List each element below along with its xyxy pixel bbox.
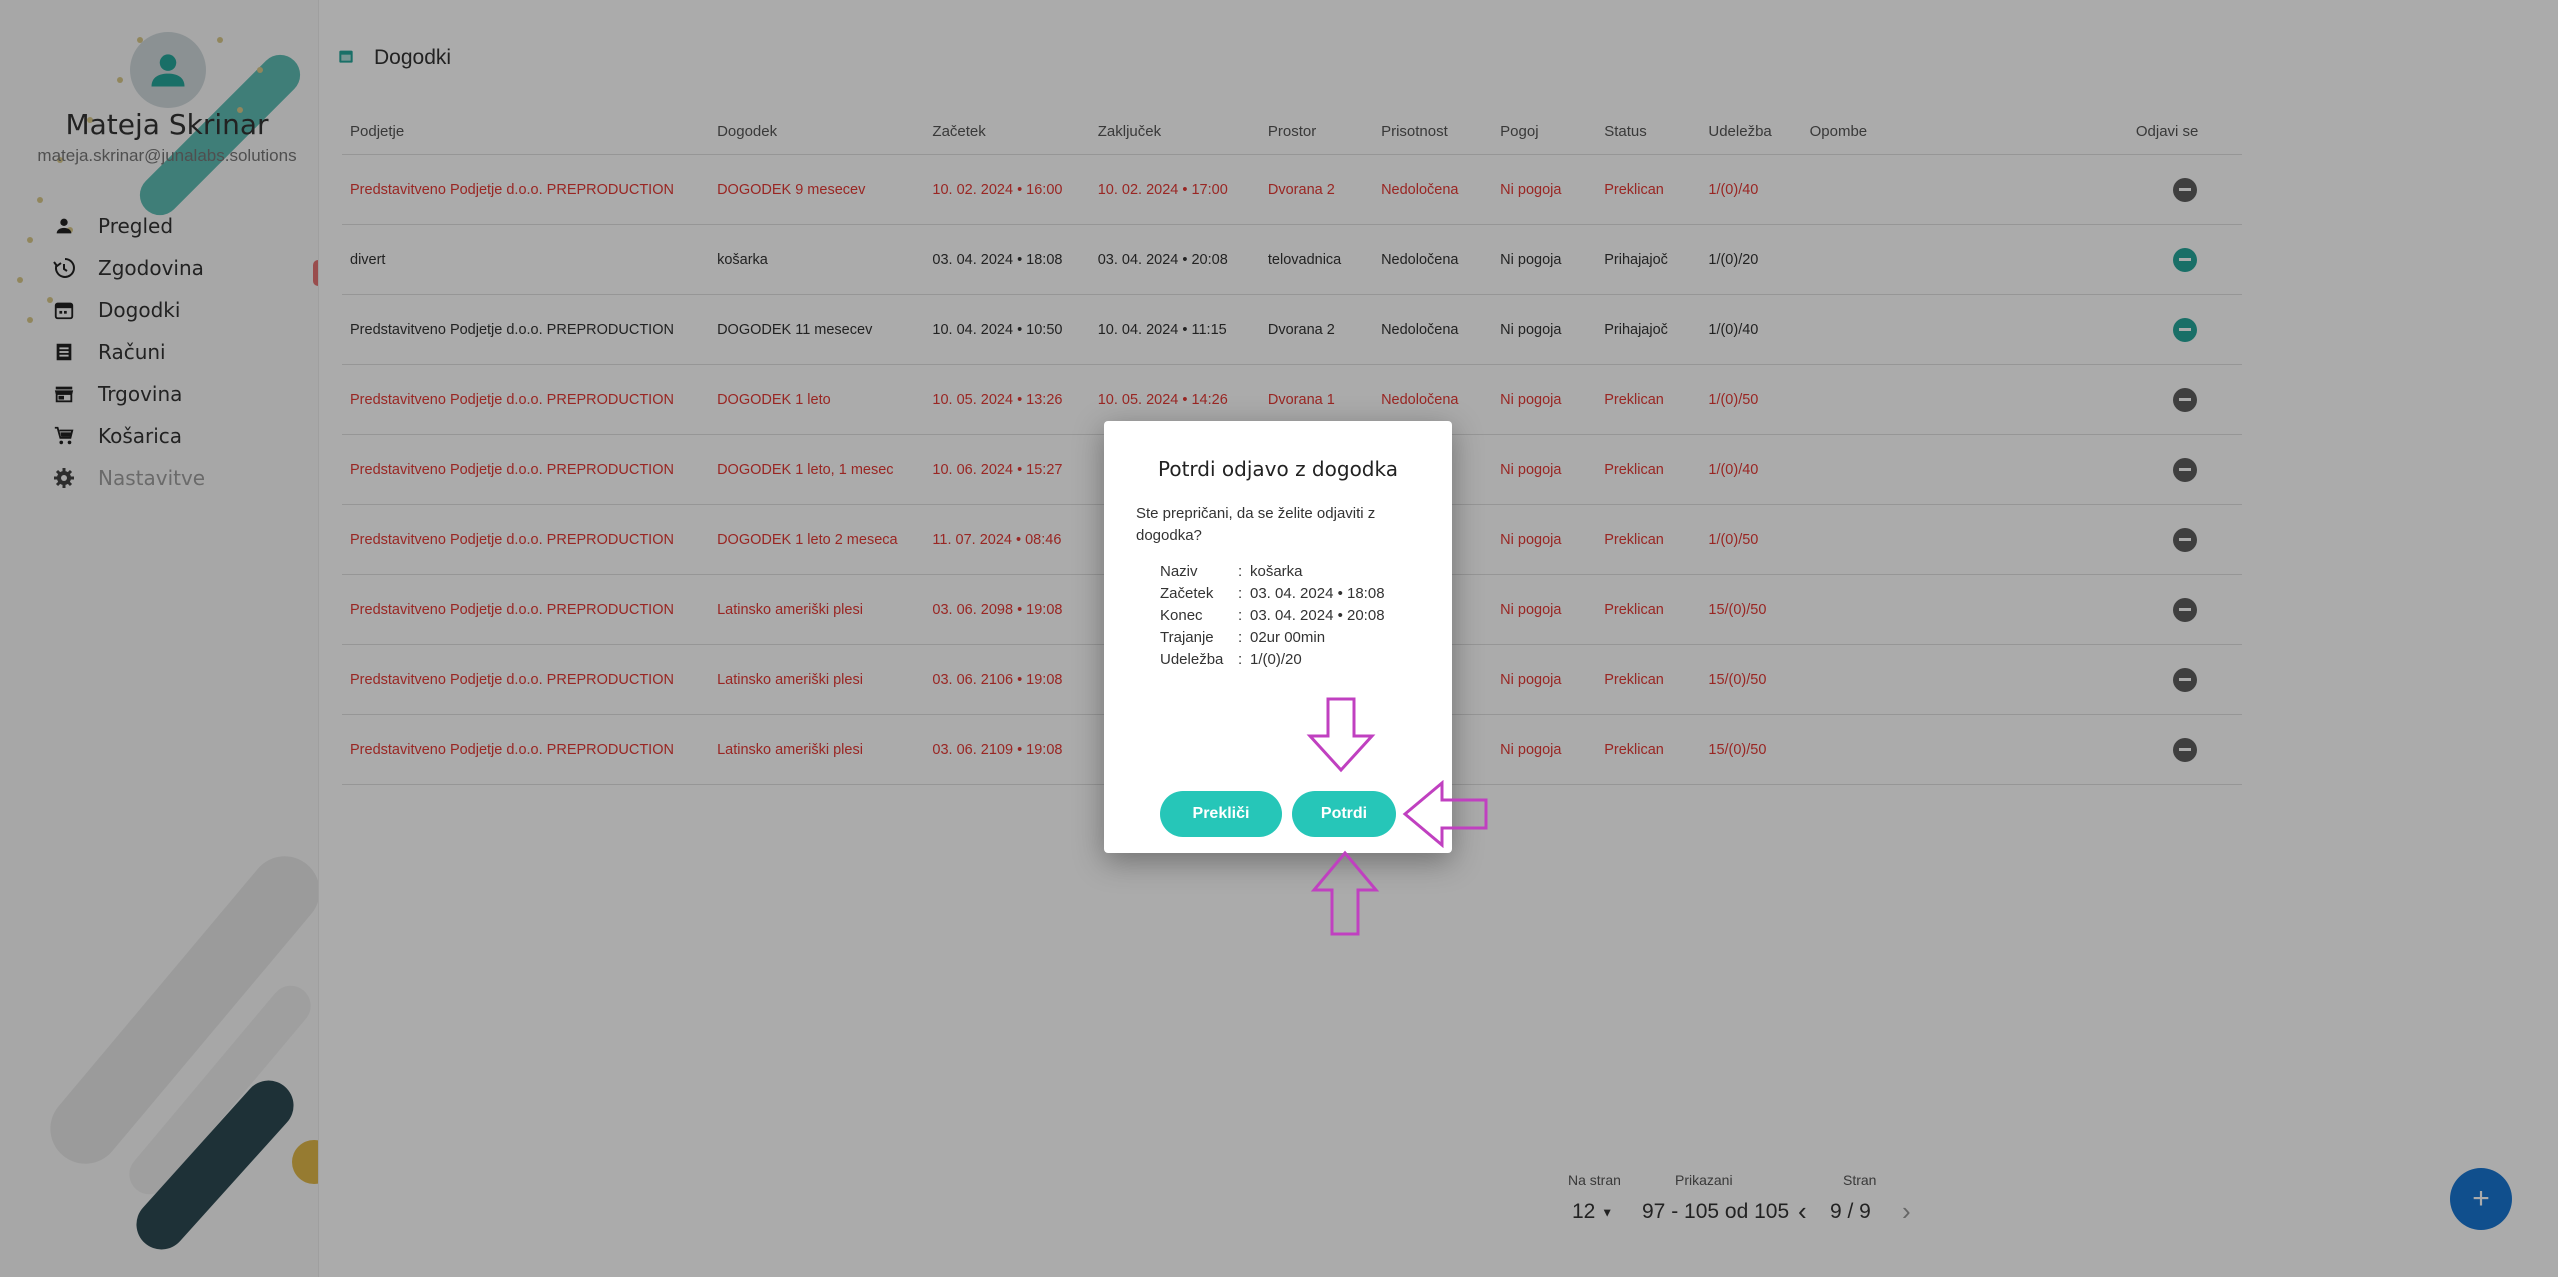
detail-row: Konec:03. 04. 2024 • 20:08 xyxy=(1160,605,1385,627)
arrow-down-annotation xyxy=(1306,697,1376,773)
detail-key: Naziv xyxy=(1160,563,1198,580)
detail-key: Trajanje xyxy=(1160,629,1214,646)
confirm-unregister-dialog: Potrdi odjavo z dogodka Ste prepričani, … xyxy=(1104,421,1452,853)
detail-key: Konec xyxy=(1160,607,1203,624)
cancel-button[interactable]: Prekliči xyxy=(1160,791,1282,837)
detail-value: 1/(0)/20 xyxy=(1250,651,1302,668)
detail-value: 03. 04. 2024 • 18:08 xyxy=(1250,585,1385,602)
detail-value: 02ur 00min xyxy=(1250,629,1326,646)
arrow-up-annotation xyxy=(1310,850,1380,936)
arrow-left-annotation xyxy=(1402,780,1488,848)
dialog-title: Potrdi odjavo z dogodka xyxy=(1158,457,1398,481)
detail-value: košarka xyxy=(1250,563,1303,580)
detail-key: Začetek xyxy=(1160,585,1214,602)
detail-row: Udeležba:1/(0)/20 xyxy=(1160,649,1385,671)
confirm-button[interactable]: Potrdi xyxy=(1292,791,1396,837)
detail-key: Udeležba xyxy=(1160,651,1224,668)
detail-row: Začetek:03. 04. 2024 • 18:08 xyxy=(1160,583,1385,605)
event-details: Naziv: košarka Začetek:03. 04. 2024 • 18:… xyxy=(1160,561,1385,671)
detail-value: 03. 04. 2024 • 20:08 xyxy=(1250,607,1385,624)
detail-row: Trajanje:02ur 00min xyxy=(1160,627,1385,649)
detail-row: Naziv: košarka xyxy=(1160,561,1385,583)
dialog-message: Ste prepričani, da se želite odjaviti z … xyxy=(1136,505,1376,544)
